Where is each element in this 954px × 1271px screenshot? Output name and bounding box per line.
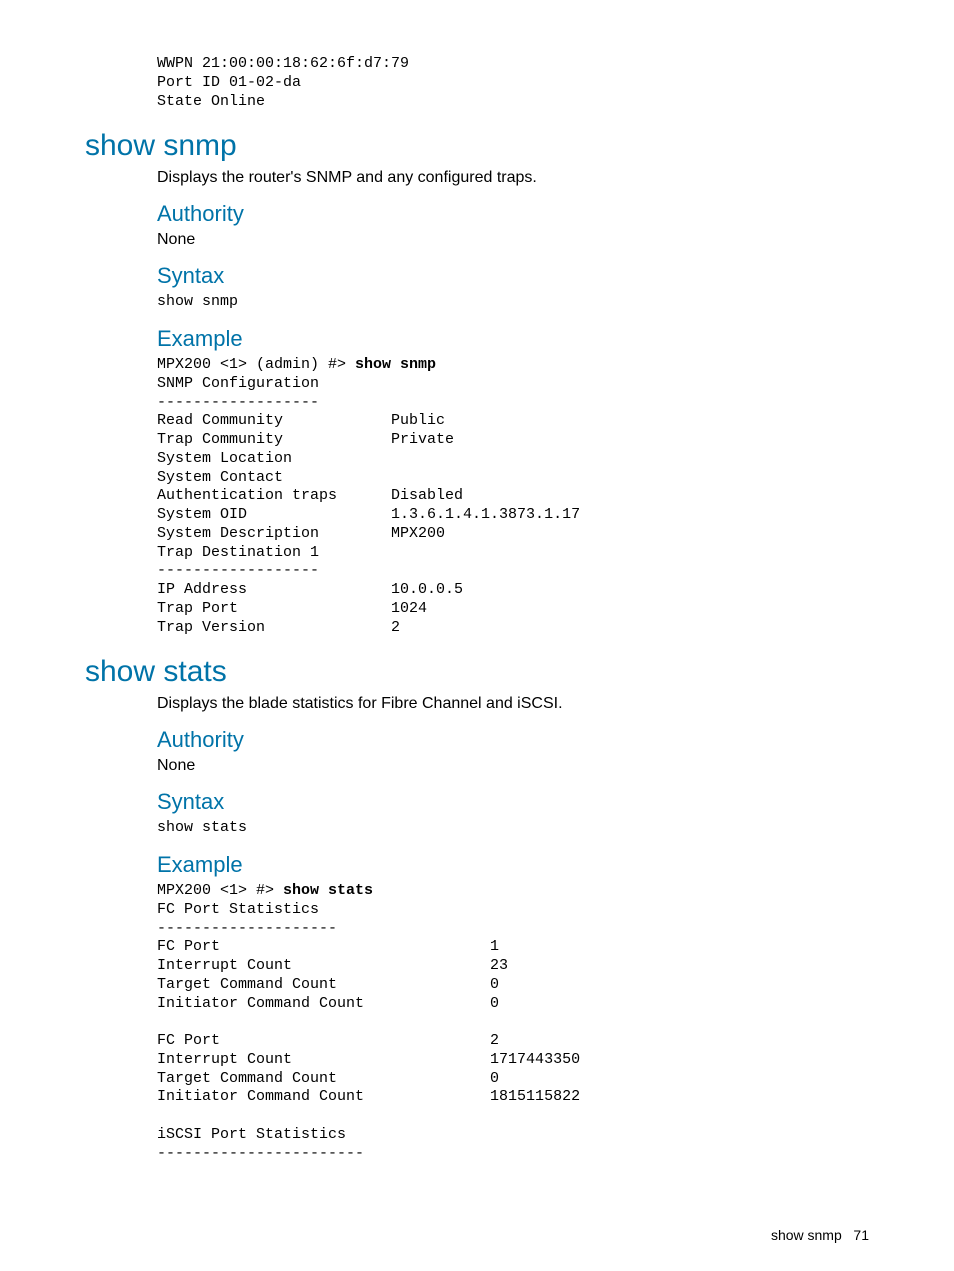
authority-value: None: [157, 757, 869, 775]
top-code-block: WWPN 21:00:00:18:62:6f:d7:79 Port ID 01-…: [157, 55, 869, 111]
authority-value: None: [157, 231, 869, 249]
example-prompt: MPX200 <1> (admin) #>: [157, 356, 355, 373]
heading-authority: Authority: [157, 727, 869, 753]
footer-page-number: 71: [853, 1227, 869, 1243]
heading-example: Example: [157, 326, 869, 352]
show-snmp-description: Displays the router's SNMP and any confi…: [157, 169, 869, 187]
syntax-value: show snmp: [157, 293, 869, 312]
example-output: FC Port Statistics -------------------- …: [157, 901, 580, 1162]
example-prompt: MPX200 <1> #>: [157, 882, 283, 899]
heading-authority: Authority: [157, 201, 869, 227]
footer-section-label: show snmp: [771, 1227, 842, 1243]
heading-show-stats: show stats: [85, 655, 869, 689]
syntax-value: show stats: [157, 819, 869, 838]
heading-syntax: Syntax: [157, 789, 869, 815]
section-show-snmp: Displays the router's SNMP and any confi…: [157, 169, 869, 637]
example-command: show snmp: [355, 356, 436, 373]
page-content: WWPN 21:00:00:18:62:6f:d7:79 Port ID 01-…: [0, 0, 954, 1163]
example-output: SNMP Configuration ------------------ Re…: [157, 375, 580, 636]
heading-example: Example: [157, 852, 869, 878]
example-block-stats: MPX200 <1> #> show stats FC Port Statist…: [157, 882, 869, 1163]
heading-show-snmp: show snmp: [85, 129, 869, 163]
page-footer: show snmp 71: [771, 1227, 869, 1243]
section-show-stats: Displays the blade statistics for Fibre …: [157, 695, 869, 1163]
heading-syntax: Syntax: [157, 263, 869, 289]
show-stats-description: Displays the blade statistics for Fibre …: [157, 695, 869, 713]
example-block-snmp: MPX200 <1> (admin) #> show snmp SNMP Con…: [157, 356, 869, 637]
example-command: show stats: [283, 882, 373, 899]
